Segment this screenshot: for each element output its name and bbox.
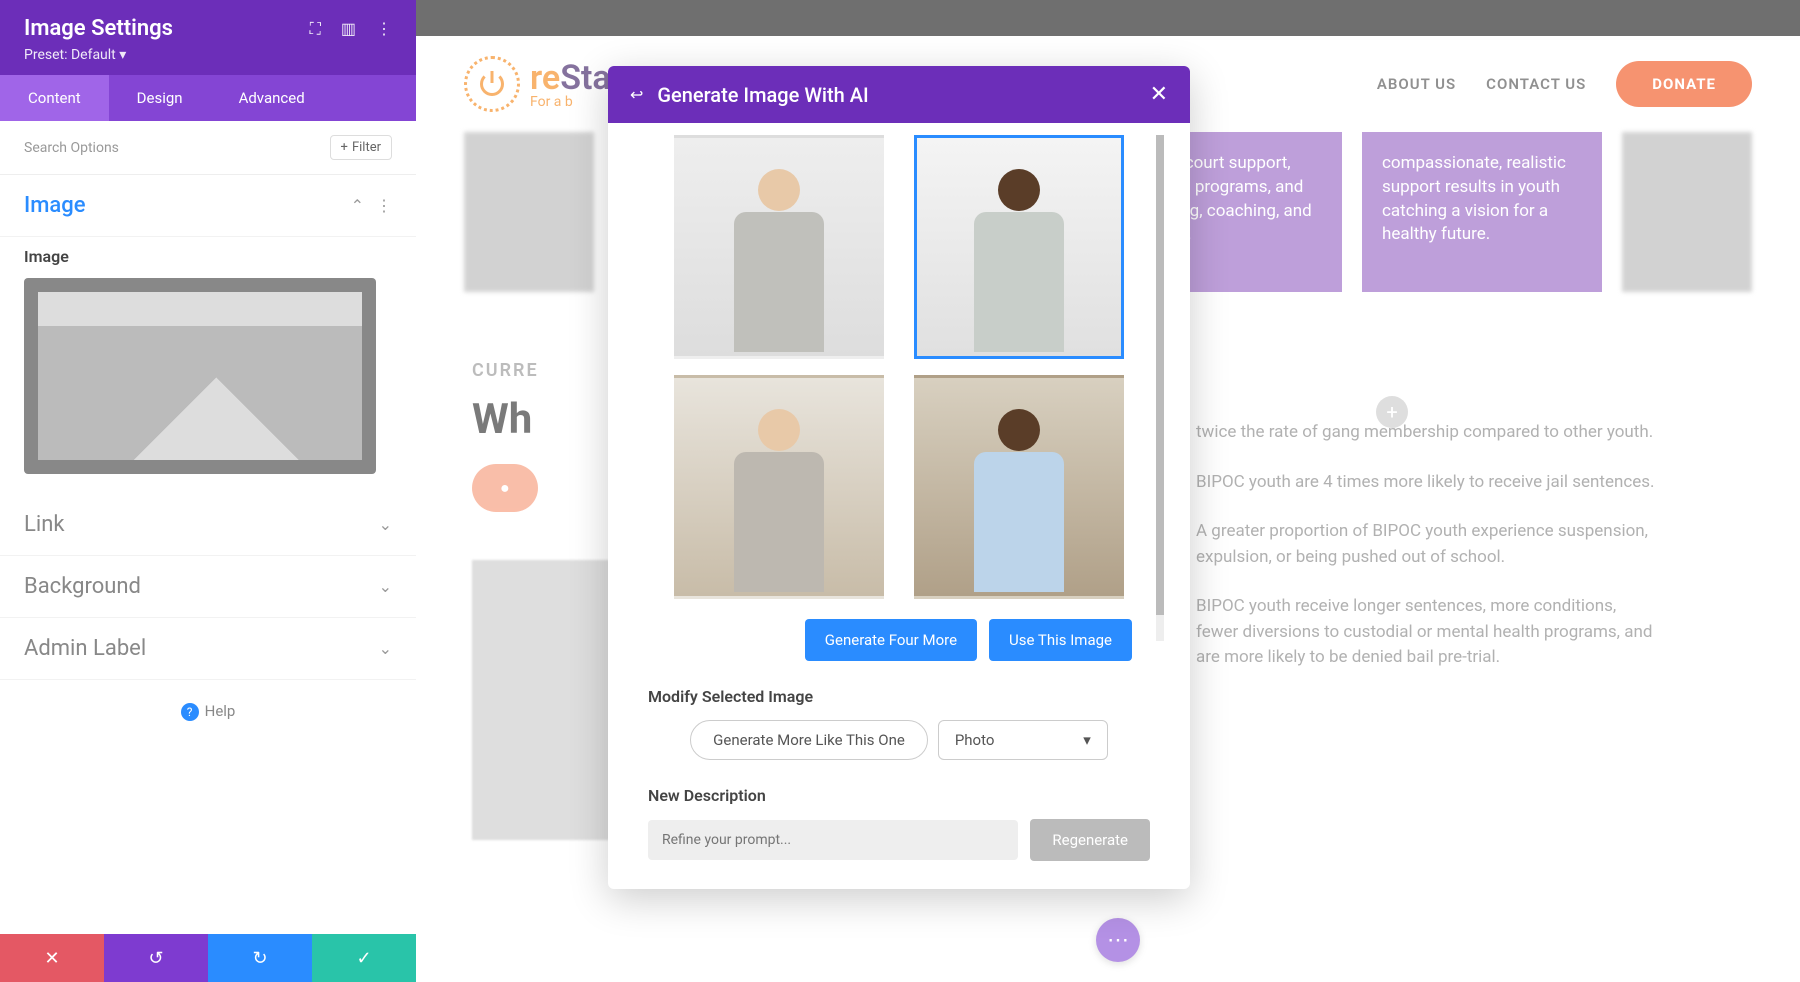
cancel-button[interactable]: ✕ [0, 934, 104, 982]
back-icon[interactable]: ↩ [630, 85, 643, 104]
tab-content[interactable]: Content [0, 75, 109, 121]
chevron-down-icon: ⌄ [379, 577, 392, 596]
generated-image-4[interactable] [914, 375, 1124, 599]
generated-image-1[interactable] [674, 135, 884, 359]
chevron-up-icon[interactable]: ⌃ [351, 196, 364, 215]
plus-icon: + [341, 140, 348, 155]
layout-icon[interactable]: ▥ [341, 19, 356, 38]
expand-icon[interactable]: ⛶ [310, 19, 321, 39]
modal-title: Generate Image With AI [657, 83, 868, 107]
save-button[interactable]: ✓ [312, 934, 416, 982]
filter-button[interactable]: +Filter [330, 135, 392, 160]
redo-button[interactable]: ↻ [208, 934, 312, 982]
generate-like-this-button[interactable]: Generate More Like This One [690, 720, 928, 760]
section-image[interactable]: Image ⌃⋮ [0, 175, 416, 237]
search-input[interactable]: Search Options [24, 140, 119, 156]
refine-prompt-input[interactable] [648, 820, 1018, 860]
tab-advanced[interactable]: Advanced [211, 75, 333, 121]
image-preview[interactable] [24, 278, 376, 474]
more-icon[interactable]: ⋮ [376, 19, 392, 38]
settings-sidebar: Image Settings ⛶ ▥ ⋮ Preset: Default ▾ C… [0, 0, 416, 982]
modify-label: Modify Selected Image [648, 687, 1150, 706]
generate-four-more-button[interactable]: Generate Four More [805, 619, 977, 661]
footer-actions: ✕ ↺ ↻ ✓ [0, 934, 416, 982]
section-link[interactable]: Link ⌄ [0, 494, 416, 556]
close-icon[interactable]: ✕ [1150, 82, 1168, 107]
ai-image-modal: ↩ Generate Image With AI ✕ Generate Four… [608, 66, 1190, 889]
scrollbar-thumb[interactable] [1156, 135, 1164, 615]
preset-selector[interactable]: Preset: Default ▾ [24, 47, 392, 63]
generated-image-2[interactable] [914, 135, 1124, 359]
section-more-icon[interactable]: ⋮ [376, 196, 392, 215]
section-admin-label[interactable]: Admin Label ⌄ [0, 618, 416, 680]
chevron-down-icon: ⌄ [379, 639, 392, 658]
image-field-label: Image [24, 247, 392, 266]
chevron-down-icon: ⌄ [379, 515, 392, 534]
chevron-down-icon: ▾ [1083, 731, 1091, 749]
sidebar-header: Image Settings ⛶ ▥ ⋮ Preset: Default ▾ [0, 0, 416, 75]
settings-tabs: Content Design Advanced [0, 75, 416, 121]
help-link[interactable]: ?Help [0, 680, 416, 743]
undo-button[interactable]: ↺ [104, 934, 208, 982]
tab-design[interactable]: Design [109, 75, 211, 121]
use-this-image-button[interactable]: Use This Image [989, 619, 1132, 661]
help-icon: ? [181, 703, 199, 721]
regenerate-button[interactable]: Regenerate [1030, 819, 1150, 861]
sidebar-title: Image Settings [24, 16, 173, 41]
generated-image-3[interactable] [674, 375, 884, 599]
new-description-label: New Description [648, 786, 1150, 805]
section-background[interactable]: Background ⌄ [0, 556, 416, 618]
style-select[interactable]: Photo▾ [938, 720, 1108, 760]
